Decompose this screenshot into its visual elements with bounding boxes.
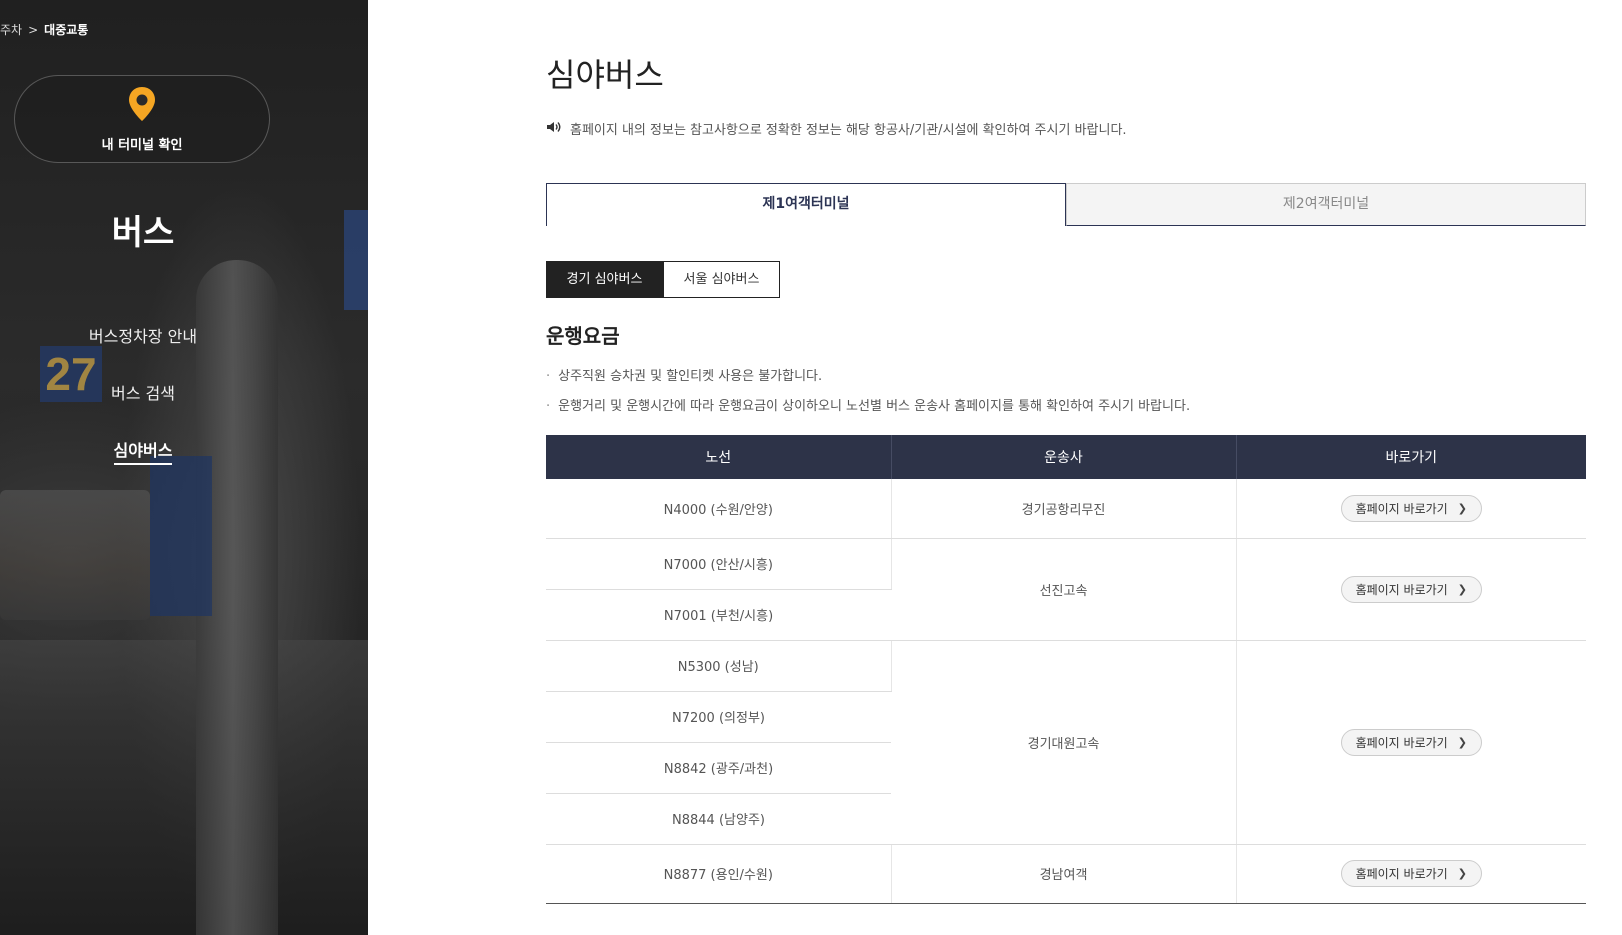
sidebar-item-night-bus[interactable]: 심야버스 — [0, 436, 286, 493]
routes-table: 노선 운송사 바로가기 N4000 (수원/안양) 경기공항리무진 홈페이지 바… — [546, 435, 1586, 904]
notice-text: 홈페이지 내의 정보는 참고사항으로 정확한 정보는 해당 항공사/기관/시설에… — [570, 123, 1127, 138]
chevron-right-icon: ❯ — [1457, 735, 1467, 749]
background-bus — [0, 490, 150, 620]
breadcrumb-current[interactable]: 대중교통 — [44, 21, 88, 38]
homepage-link-label: 홈페이지 바로가기 — [1355, 501, 1448, 516]
route-cell: N8877 (용인/수원) — [546, 844, 892, 904]
subtab-seoul[interactable]: 서울 심야버스 — [663, 261, 780, 298]
column-header-operator: 운송사 — [891, 435, 1237, 479]
breadcrumb: 주차 > 대중교통 — [0, 21, 88, 38]
tab-terminal-1[interactable]: 제1여객터미널 — [546, 183, 1066, 226]
route-cell: N7200 (의정부) — [546, 691, 891, 743]
chevron-right-icon: ❯ — [1457, 582, 1467, 596]
route-cell: N4000 (수원/안양) — [546, 479, 892, 539]
page-title: 심야버스 — [546, 56, 664, 94]
table-row: N7000 (안산/시흥) 선진고속 홈페이지 바로가기 ❯ — [546, 538, 1586, 641]
fare-note: · 운행거리 및 운행시간에 따라 운행요금이 상이하오니 노선별 버스 운송사 … — [546, 399, 1191, 414]
sidebar-item-bus-search[interactable]: 버스 검색 — [0, 379, 286, 436]
sidebar-item-label: 버스정차장 안내 — [88, 327, 198, 346]
operator-cell: 경기공항리무진 — [891, 479, 1237, 539]
homepage-link-button[interactable]: 홈페이지 바로가기 ❯ — [1340, 728, 1482, 756]
fare-note-text: 상주직원 승차권 및 할인티켓 사용은 불가합니다. — [558, 369, 823, 384]
region-subtabs: 경기 심야버스 서울 심야버스 — [546, 261, 780, 298]
breadcrumb-separator: > — [28, 22, 39, 37]
route-cell: N7001 (부천/시흥) — [546, 589, 891, 641]
table-row: N8877 (용인/수원) 경남여객 홈페이지 바로가기 ❯ — [546, 844, 1586, 904]
chevron-right-icon: ❯ — [1457, 867, 1467, 880]
link-cell: 홈페이지 바로가기 ❯ — [1236, 640, 1586, 845]
homepage-link-button[interactable]: 홈페이지 바로가기 ❯ — [1340, 494, 1482, 522]
homepage-link-label: 홈페이지 바로가기 — [1355, 735, 1448, 750]
speaker-icon — [546, 121, 562, 137]
homepage-link-label: 홈페이지 바로가기 — [1355, 867, 1448, 881]
sidebar: 27 주차 > 대중교통 내 터미널 확인 버스 버스정차장 안내 버스 검색 … — [0, 0, 368, 935]
route-cell: N8844 (남양주) — [546, 793, 891, 845]
operator-cell: 경남여객 — [891, 844, 1237, 904]
table-row: N5300 (성남) 경기대원고속 홈페이지 바로가기 ❯ — [546, 640, 1586, 845]
fare-note-text: 운행거리 및 운행시간에 따라 운행요금이 상이하오니 노선별 버스 운송사 홈… — [558, 399, 1191, 414]
section-title: 운행요금 — [546, 324, 620, 348]
map-pin-icon — [127, 86, 157, 126]
notice: 홈페이지 내의 정보는 참고사항으로 정확한 정보는 해당 항공사/기관/시설에… — [546, 119, 1127, 138]
operator-cell: 경기대원고속 — [891, 640, 1237, 845]
route-cell: N5300 (성남) — [546, 640, 892, 692]
homepage-link-button[interactable]: 홈페이지 바로가기 ❯ — [1340, 575, 1482, 603]
subtab-gyeonggi[interactable]: 경기 심야버스 — [546, 261, 663, 298]
homepage-link-label: 홈페이지 바로가기 — [1355, 582, 1448, 597]
side-menu: 버스정차장 안내 버스 검색 심야버스 — [0, 322, 286, 493]
column-header-link: 바로가기 — [1236, 435, 1586, 479]
terminal-tabs: 제1여객터미널 제2여객터미널 — [546, 183, 1586, 226]
chevron-right-icon: ❯ — [1457, 501, 1467, 515]
tab-terminal-2[interactable]: 제2여객터미널 — [1066, 183, 1586, 226]
sidebar-item-bus-stops[interactable]: 버스정차장 안내 — [0, 322, 286, 379]
fare-note: · 상주직원 승차권 및 할인티켓 사용은 불가합니다. — [546, 369, 823, 384]
my-terminal-button[interactable]: 내 터미널 확인 — [14, 75, 270, 163]
link-cell: 홈페이지 바로가기 ❯ — [1236, 538, 1586, 641]
homepage-link-button[interactable]: 홈페이지 바로가기 ❯ — [1340, 860, 1482, 887]
column-header-route: 노선 — [546, 435, 892, 479]
sidebar-title: 버스 — [111, 213, 175, 253]
route-cell: N8842 (광주/과천) — [546, 742, 891, 794]
sidebar-item-label: 심야버스 — [113, 441, 173, 465]
operator-cell: 선진고속 — [891, 538, 1237, 641]
fare-notes: · 상주직원 승차권 및 할인티켓 사용은 불가합니다. · 운행거리 및 운행시간… — [546, 365, 1190, 425]
table-header-row: 노선 운송사 바로가기 — [546, 435, 1586, 479]
background-sign — [344, 210, 368, 310]
link-cell: 홈페이지 바로가기 ❯ — [1236, 479, 1586, 539]
route-cell: N7000 (안산/시흥) — [546, 538, 892, 590]
sidebar-item-label: 버스 검색 — [111, 384, 175, 403]
breadcrumb-parent[interactable]: 주차 — [0, 21, 22, 38]
table-row: N4000 (수원/안양) 경기공항리무진 홈페이지 바로가기 ❯ — [546, 479, 1586, 539]
background-floor — [0, 640, 368, 935]
link-cell: 홈페이지 바로가기 ❯ — [1236, 844, 1586, 904]
my-terminal-label: 내 터미널 확인 — [101, 137, 183, 153]
